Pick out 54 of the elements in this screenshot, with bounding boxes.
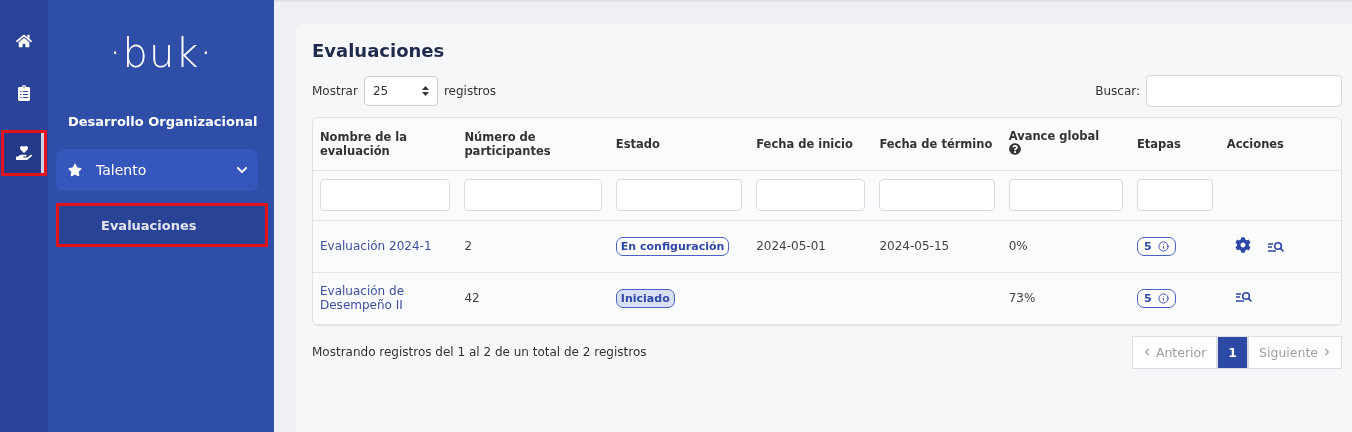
filter-field[interactable] — [1008, 179, 1123, 211]
column-header: Avance global — [1008, 129, 1100, 144]
home-icon — [16, 33, 32, 49]
star-icon — [68, 163, 82, 177]
nav-button[interactable] — [1, 130, 47, 176]
clipboard-icon — [16, 85, 32, 101]
column-header: Número de participantes — [464, 129, 552, 158]
help-icon — [1008, 143, 1021, 156]
search-field[interactable] — [1146, 75, 1342, 107]
column-header: Nombre de la evaluación — [320, 129, 408, 158]
search-label: Buscar: — [1095, 84, 1140, 98]
progress-value: 73% — [1008, 291, 1036, 305]
column-header: Fecha de término — [879, 136, 993, 151]
status-tag: Iniciado — [615, 288, 675, 308]
column-header: Fecha de inicio — [756, 136, 853, 151]
show-label: Mostrar — [312, 84, 358, 98]
page-button[interactable]: 1 — [1217, 335, 1249, 369]
filter-field[interactable] — [464, 179, 602, 211]
logo: ·buk· — [107, 30, 215, 76]
filter-field[interactable] — [1136, 179, 1213, 211]
chevron-down-icon — [236, 164, 248, 176]
end-date: 2024-05-15 — [879, 239, 950, 253]
filter-field[interactable] — [756, 179, 866, 211]
menu-item[interactable]: Evaluaciones — [56, 203, 268, 247]
column-header: Estado — [615, 136, 660, 151]
evaluation-link[interactable]: Evaluación de Desempeño II — [320, 284, 451, 312]
column-header: Etapas — [1136, 136, 1181, 151]
review-icon — [1234, 290, 1253, 303]
hand-heart-icon — [16, 145, 32, 161]
settings-icon — [1234, 236, 1251, 253]
page-size-select[interactable]: 25 — [363, 76, 438, 106]
menu-group[interactable]: Talento — [56, 149, 258, 191]
stages-tag[interactable]: 5 — [1136, 236, 1176, 256]
participants-count: 42 — [464, 291, 480, 305]
filter-field[interactable] — [615, 179, 743, 211]
progress-value: 0% — [1008, 239, 1028, 253]
section-title: Desarrollo Organizacional — [68, 114, 259, 129]
info-icon — [1157, 292, 1169, 304]
page-title: Evaluaciones — [312, 40, 446, 61]
participants-count: 2 — [464, 239, 473, 253]
info-icon — [1157, 240, 1169, 252]
records-label: registros — [443, 84, 497, 98]
updown-icon — [421, 86, 429, 96]
chevron-right-icon — [1323, 348, 1331, 356]
chevron-left-icon — [1142, 348, 1151, 356]
status-tag: En configuración — [615, 236, 730, 256]
column-header: Acciones — [1226, 136, 1284, 151]
start-date: 2024-05-01 — [756, 239, 826, 253]
evaluation-link[interactable]: Evaluación 2024-1 — [320, 239, 432, 253]
filter-field[interactable] — [320, 179, 451, 211]
filter-field[interactable] — [879, 179, 995, 211]
records-summary: Mostrando registros del 1 al 2 de un total de 2 registros — [312, 345, 647, 359]
stages-tag[interactable]: 5 — [1136, 288, 1176, 308]
review-icon — [1266, 240, 1285, 253]
